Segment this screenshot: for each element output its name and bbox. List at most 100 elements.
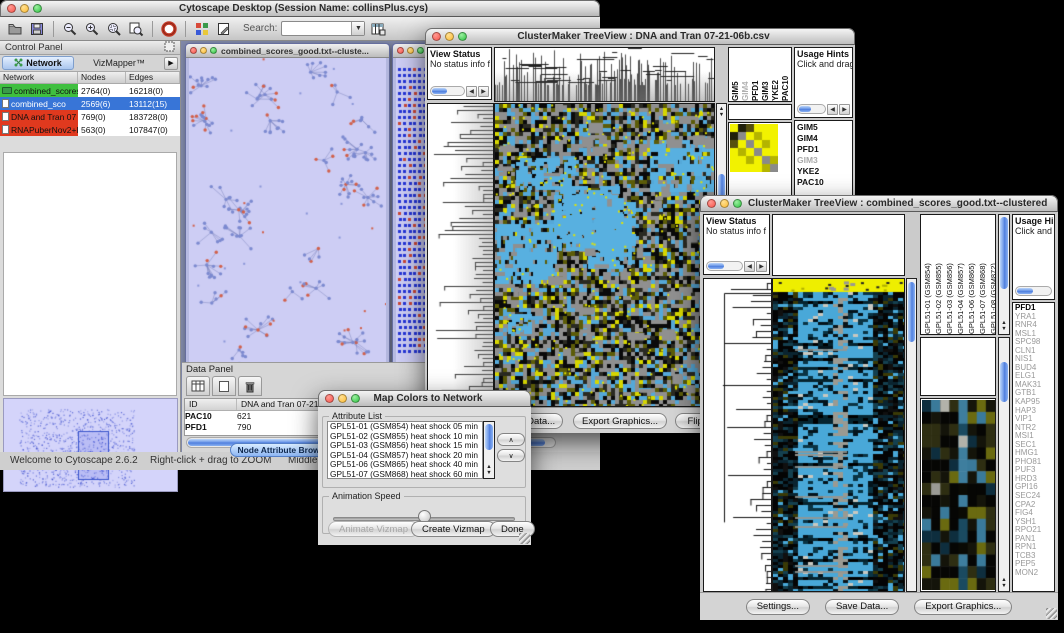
save-icon[interactable]	[28, 20, 46, 38]
global-strip-panel[interactable]	[920, 337, 996, 396]
zoom-button[interactable]	[458, 32, 467, 41]
gene-label[interactable]: GIM4	[797, 133, 852, 144]
column-label[interactable]: GPL51-04 (GSM857)	[956, 215, 965, 334]
treeview-button[interactable]: Save Data...	[825, 599, 899, 615]
tab-network[interactable]: Network	[2, 56, 74, 70]
column-label[interactable]: GIM3	[761, 48, 770, 101]
header-nodes[interactable]: Nodes	[78, 72, 126, 83]
row-dendrogram-canvas[interactable]	[428, 104, 493, 406]
scrollbar-thumb[interactable]	[1000, 217, 1008, 289]
combo-dropdown-icon[interactable]: ▼	[351, 22, 364, 35]
column-label[interactable]: PFD1	[751, 48, 760, 101]
close-button[interactable]	[707, 199, 716, 208]
gene-label[interactable]: PAC10	[797, 177, 852, 188]
main-titlebar[interactable]: Cytoscape Desktop (Session Name: collins…	[0, 0, 600, 17]
header-edges[interactable]: Edges	[126, 72, 180, 83]
minimize-button[interactable]	[720, 199, 729, 208]
scroll-arrows[interactable]: ▲▼	[484, 464, 494, 476]
zoom-button[interactable]	[33, 4, 42, 13]
zoom-matrix-canvas[interactable]	[730, 124, 778, 172]
zoom-selected-icon[interactable]	[105, 20, 123, 38]
scroll-left-icon[interactable]: ◀	[827, 104, 838, 115]
header-id[interactable]: ID	[185, 399, 237, 410]
close-button[interactable]	[325, 394, 334, 403]
close-button[interactable]	[7, 4, 16, 13]
column-label[interactable]: GPL51-07 (GSM868)	[978, 215, 987, 334]
heatmap-vscrollbar[interactable]	[906, 278, 917, 592]
network-canvas[interactable]	[189, 58, 386, 366]
gene-label[interactable]: MON2	[1015, 569, 1054, 578]
genes-vscrollbar[interactable]: ▲▼	[998, 337, 1010, 592]
scroll-left-icon[interactable]: ◀	[744, 261, 755, 272]
network-table-row[interactable]: RNAPuberNov2+I563(0)107847(0)	[0, 123, 180, 136]
zoom-button[interactable]	[417, 47, 424, 54]
dialog-titlebar[interactable]: Map Colors to Network	[318, 390, 531, 407]
minimize-button[interactable]	[407, 47, 414, 54]
column-label[interactable]: GPL51-08 (GSM872)	[989, 215, 996, 334]
close-button[interactable]	[432, 32, 441, 41]
gene-label[interactable]: YKE2	[797, 166, 852, 177]
heatmap-canvas[interactable]	[773, 279, 904, 591]
gene-label[interactable]: GIM3	[797, 155, 852, 166]
attribute-list-item[interactable]: GPL51-07 (GSM868) heat shock 60 min	[330, 470, 482, 479]
attribute-select-icon[interactable]	[186, 376, 210, 396]
move-up-button[interactable]: ∧	[497, 433, 525, 446]
delete-attribute-icon[interactable]	[238, 376, 262, 396]
column-label[interactable]: GPL51-01 (GSM854)	[923, 215, 932, 334]
column-label[interactable]: GPL51-06 (GSM865)	[967, 215, 976, 334]
gene-label[interactable]: PFD1	[797, 144, 852, 155]
heatmap-canvas[interactable]	[495, 104, 714, 406]
search-input[interactable]	[282, 22, 351, 35]
treeview-button[interactable]: Export Graphics...	[573, 413, 667, 429]
minimize-button[interactable]	[20, 4, 29, 13]
resize-grip[interactable]	[1046, 608, 1057, 619]
treeview-button[interactable]: Export Graphics...	[914, 599, 1012, 615]
tab-overflow-icon[interactable]: ▶	[164, 57, 178, 70]
scroll-right-icon[interactable]: ▶	[839, 104, 850, 115]
column-dendrogram-canvas[interactable]	[495, 48, 714, 101]
gene-label[interactable]: GIM5	[797, 122, 852, 133]
zoom-fit-icon[interactable]	[127, 20, 145, 38]
help-icon[interactable]	[160, 20, 178, 38]
global-strip-panel[interactable]	[728, 104, 792, 120]
minimize-button[interactable]	[338, 394, 347, 403]
move-down-button[interactable]: ∨	[497, 449, 525, 462]
header-network[interactable]: Network	[0, 72, 78, 83]
column-label[interactable]: GPL51-03 (GSM856)	[945, 215, 954, 334]
resize-grip[interactable]	[519, 533, 530, 544]
close-button[interactable]	[190, 47, 197, 54]
minimize-button[interactable]	[200, 47, 207, 54]
labels-vscrollbar[interactable]: ▲▼	[998, 214, 1010, 335]
column-label[interactable]: GPL51-02 (GSM855)	[934, 215, 943, 334]
treeview-button[interactable]: Settings...	[746, 599, 810, 615]
new-attribute-icon[interactable]	[212, 376, 236, 396]
open-file-icon[interactable]	[6, 20, 24, 38]
zoom-button[interactable]	[351, 394, 360, 403]
view-status-scrollbar[interactable]: ◀ ▶	[430, 85, 489, 97]
treeview2-titlebar[interactable]: ClusterMaker TreeView : combined_scores_…	[700, 195, 1058, 212]
scroll-right-icon[interactable]: ▶	[478, 86, 489, 97]
view-status-scrollbar[interactable]: ◀ ▶	[706, 260, 767, 272]
zoom-in-icon[interactable]	[83, 20, 101, 38]
scroll-arrows[interactable]: ▲▼	[717, 106, 726, 118]
network-table-row[interactable]: combined_sco2569(6)13112(15)	[0, 97, 180, 110]
zoom-heatmap-canvas[interactable]	[922, 400, 995, 590]
scroll-arrows[interactable]: ▲▼	[999, 577, 1009, 589]
float-panel-icon[interactable]	[164, 41, 175, 55]
scroll-arrows[interactable]: ▲▼	[999, 320, 1009, 332]
zoom-out-icon[interactable]	[61, 20, 79, 38]
import-table-icon[interactable]	[369, 20, 387, 38]
usage-hints-scrollbar[interactable]: ◀ ▶	[797, 103, 850, 115]
tab-vizmapper[interactable]: VizMapper™	[76, 58, 162, 68]
treeview1-titlebar[interactable]: ClusterMaker TreeView : DNA and Tran 07-…	[425, 28, 855, 45]
zoom-button[interactable]	[210, 47, 217, 54]
column-label[interactable]: PAC10	[781, 48, 790, 101]
usage-hints-scrollbar[interactable]	[1015, 285, 1052, 297]
column-label[interactable]: GIM5	[731, 48, 740, 101]
scrollbar-thumb[interactable]	[485, 424, 493, 450]
vizmap-icon[interactable]	[193, 20, 211, 38]
scrollbar-thumb[interactable]	[908, 282, 915, 342]
scroll-right-icon[interactable]: ▶	[756, 261, 767, 272]
scrollbar-thumb[interactable]	[1000, 362, 1008, 402]
network-view-titlebar[interactable]: combined_scores_good.txt--cluste...	[186, 44, 389, 58]
